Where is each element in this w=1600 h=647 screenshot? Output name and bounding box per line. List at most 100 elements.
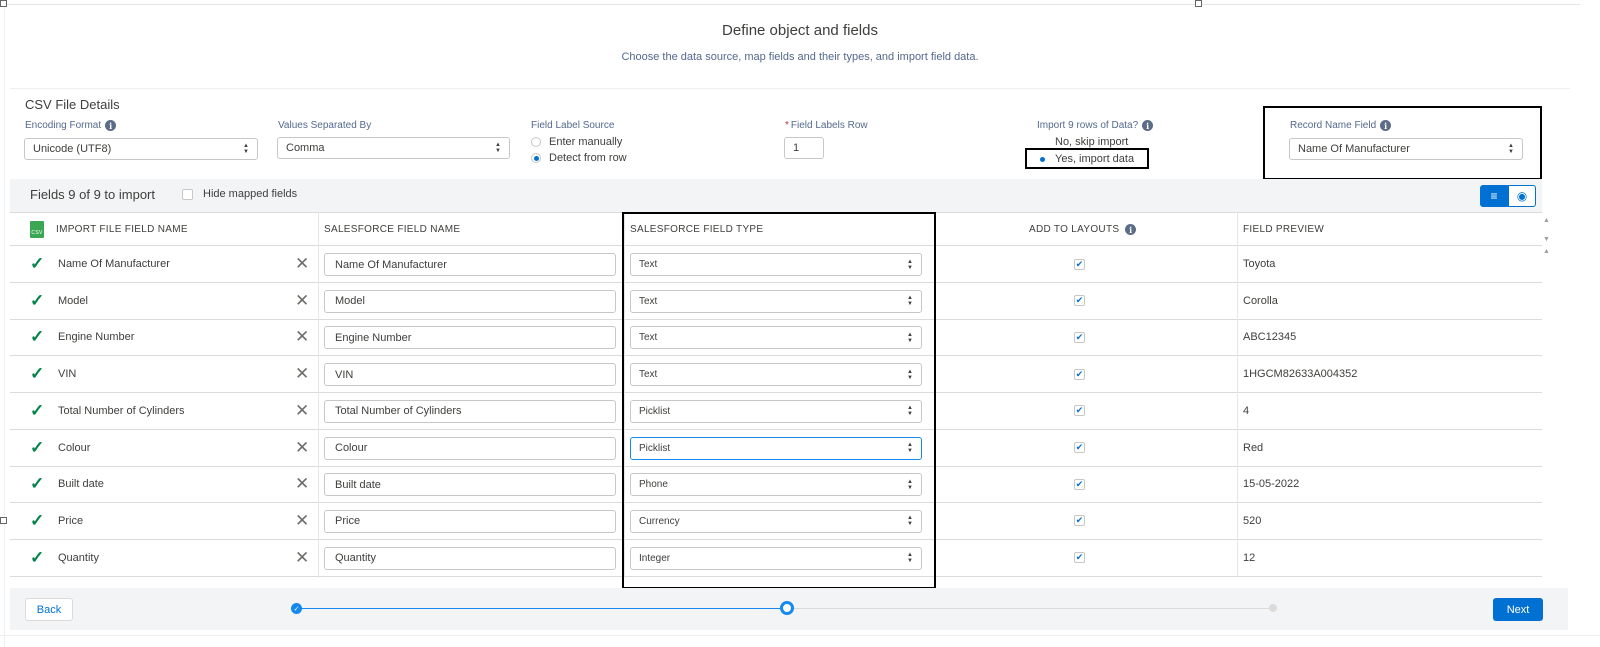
field-preview-value: 4 bbox=[1243, 404, 1250, 417]
remove-mapping[interactable]: ✕ bbox=[295, 246, 309, 282]
sf-field-name-input[interactable]: Price bbox=[324, 509, 616, 533]
sf-field-type-select[interactable]: Picklist ▲ ▼ bbox=[630, 399, 922, 423]
add-to-layout-checkbox[interactable]: ✔ bbox=[1074, 295, 1085, 307]
view-toggle: ≡ ◉ bbox=[1480, 185, 1536, 207]
sf-field-type-select[interactable]: Integer ▲ ▼ bbox=[630, 546, 922, 570]
close-icon[interactable]: ✕ bbox=[295, 401, 309, 421]
radio-no-skip-import[interactable]: No, skip import bbox=[1037, 136, 1128, 148]
add-to-layout-checkbox[interactable]: ✔ bbox=[1074, 258, 1085, 270]
radio-button[interactable] bbox=[531, 137, 541, 147]
remove-mapping[interactable]: ✕ bbox=[295, 430, 309, 466]
progress-step-active[interactable] bbox=[780, 601, 794, 615]
progress-step-complete-icon[interactable]: ✓ bbox=[291, 603, 302, 614]
resize-handle[interactable] bbox=[1195, 0, 1202, 7]
frame-border bbox=[4, 4, 1580, 5]
hide-mapped-toggle[interactable]: Hide mapped fields bbox=[182, 188, 297, 200]
up-down-arrows-icon: ▲ ▼ bbox=[907, 258, 913, 271]
sf-field-name-input[interactable]: Built date bbox=[324, 473, 616, 497]
remove-mapping[interactable]: ✕ bbox=[295, 283, 309, 319]
remove-mapping[interactable]: ✕ bbox=[295, 319, 309, 355]
sf-field-name-input[interactable]: Total Number of Cylinders bbox=[324, 399, 616, 423]
sf-field-type-select[interactable]: Text ▲ ▼ bbox=[630, 253, 922, 276]
add-to-layout-checkbox[interactable]: ✔ bbox=[1074, 552, 1085, 564]
table-scrollbar[interactable]: ▲ ▼ ▲ bbox=[1543, 212, 1551, 578]
close-icon[interactable]: ✕ bbox=[295, 438, 309, 458]
remove-mapping[interactable]: ✕ bbox=[295, 503, 309, 539]
resize-handle[interactable] bbox=[0, 517, 7, 524]
sf-field-name-value: Colour bbox=[335, 442, 368, 454]
back-button[interactable]: Back bbox=[25, 598, 73, 621]
scroll-down-icon[interactable]: ▼ bbox=[1543, 236, 1550, 243]
sf-field-name-input[interactable]: Quantity bbox=[324, 546, 616, 570]
close-icon[interactable]: ✕ bbox=[295, 474, 309, 494]
header-label: IMPORT FILE FIELD NAME bbox=[56, 224, 188, 235]
add-to-layout-checkbox[interactable]: ✔ bbox=[1074, 405, 1085, 417]
info-icon[interactable]: i bbox=[1380, 120, 1392, 131]
add-to-layout-checkbox[interactable]: ✔ bbox=[1074, 331, 1085, 343]
remove-mapping[interactable]: ✕ bbox=[295, 393, 309, 429]
add-to-layout-checkbox[interactable]: ✔ bbox=[1074, 515, 1085, 527]
field-preview-value: ABC12345 bbox=[1243, 331, 1297, 344]
radio-button[interactable] bbox=[1037, 137, 1047, 147]
labels-row-input[interactable]: 1 bbox=[784, 137, 824, 159]
sf-field-type-select[interactable]: Phone ▲ ▼ bbox=[630, 473, 922, 497]
next-button[interactable]: Next bbox=[1493, 598, 1543, 621]
divider bbox=[0, 635, 1600, 636]
progress-track-remaining bbox=[787, 608, 1273, 609]
remove-mapping[interactable]: ✕ bbox=[295, 356, 309, 392]
separator-select[interactable]: Comma ▲ ▼ bbox=[277, 137, 510, 159]
record-name-select[interactable]: Name Of Manufacturer ▲ ▼ bbox=[1289, 138, 1523, 160]
sf-field-name-value: Name Of Manufacturer bbox=[335, 258, 447, 271]
add-to-layout-checkbox[interactable]: ✔ bbox=[1074, 478, 1085, 490]
sf-field-type-select[interactable]: Text ▲ ▼ bbox=[630, 289, 922, 313]
remove-mapping[interactable]: ✕ bbox=[295, 466, 309, 502]
eye-icon[interactable]: ◉ bbox=[1508, 185, 1536, 207]
sf-field-type-value: Text bbox=[639, 369, 658, 381]
sf-field-type-select[interactable]: Currency ▲ ▼ bbox=[630, 509, 922, 533]
info-icon[interactable]: i bbox=[105, 120, 117, 131]
radio-detect-from-row[interactable]: Detect from row bbox=[531, 152, 627, 164]
encoding-select[interactable]: Unicode (UTF8) ▲ ▼ bbox=[24, 138, 258, 160]
scroll-up-icon[interactable]: ▲ bbox=[1543, 248, 1550, 255]
close-icon[interactable]: ✕ bbox=[295, 254, 309, 274]
sf-field-type-select[interactable]: Text ▲ ▼ bbox=[630, 363, 922, 387]
hide-mapped-checkbox[interactable] bbox=[182, 188, 193, 200]
remove-mapping[interactable]: ✕ bbox=[295, 540, 309, 576]
progress-step-future[interactable] bbox=[1269, 604, 1277, 612]
close-icon[interactable]: ✕ bbox=[295, 511, 309, 531]
up-down-arrows-icon: ▲ ▼ bbox=[907, 478, 913, 491]
up-down-arrows-icon: ▲ ▼ bbox=[907, 515, 913, 528]
radio-enter-manually[interactable]: Enter manually bbox=[531, 136, 622, 148]
sf-field-type-value: Phone bbox=[639, 479, 668, 491]
info-icon[interactable]: i bbox=[1125, 224, 1137, 235]
radio-button[interactable] bbox=[1037, 154, 1047, 164]
header-import-field: CSV IMPORT FILE FIELD NAME bbox=[30, 213, 188, 246]
sf-field-name-input[interactable]: Colour bbox=[324, 436, 616, 460]
sf-field-name-input[interactable]: Name Of Manufacturer bbox=[324, 253, 616, 276]
label-source-label: Field Label Source bbox=[531, 120, 614, 131]
resize-handle[interactable] bbox=[0, 0, 7, 7]
info-icon[interactable]: i bbox=[1142, 120, 1154, 131]
column-divider bbox=[318, 212, 319, 578]
sf-field-type-select[interactable]: Picklist ▲ ▼ bbox=[630, 436, 922, 460]
sf-field-type-value: Picklist bbox=[639, 442, 671, 454]
sf-field-type-value: Picklist bbox=[639, 405, 671, 417]
radio-button[interactable] bbox=[531, 153, 541, 163]
scroll-up-icon[interactable]: ▲ bbox=[1543, 217, 1550, 224]
close-icon[interactable]: ✕ bbox=[295, 291, 309, 311]
mapped-status: ✓ bbox=[30, 356, 44, 392]
radio-yes-import-data[interactable]: Yes, import data bbox=[1037, 153, 1134, 165]
sf-field-name-input[interactable]: Engine Number bbox=[324, 326, 616, 350]
add-to-layout-checkbox[interactable]: ✔ bbox=[1074, 442, 1085, 453]
header-label: ADD TO LAYOUTS bbox=[1029, 224, 1120, 235]
sf-field-name-input[interactable]: VIN bbox=[324, 363, 616, 387]
close-icon[interactable]: ✕ bbox=[295, 364, 309, 384]
frame-border bbox=[4, 4, 5, 647]
radio-label: Yes, import data bbox=[1055, 153, 1135, 165]
close-icon[interactable]: ✕ bbox=[295, 327, 309, 347]
add-to-layout-checkbox[interactable]: ✔ bbox=[1074, 368, 1085, 380]
close-icon[interactable]: ✕ bbox=[295, 548, 309, 568]
list-view-icon[interactable]: ≡ bbox=[1480, 185, 1508, 207]
sf-field-type-select[interactable]: Text ▲ ▼ bbox=[630, 326, 922, 350]
sf-field-name-input[interactable]: Model bbox=[324, 289, 616, 313]
